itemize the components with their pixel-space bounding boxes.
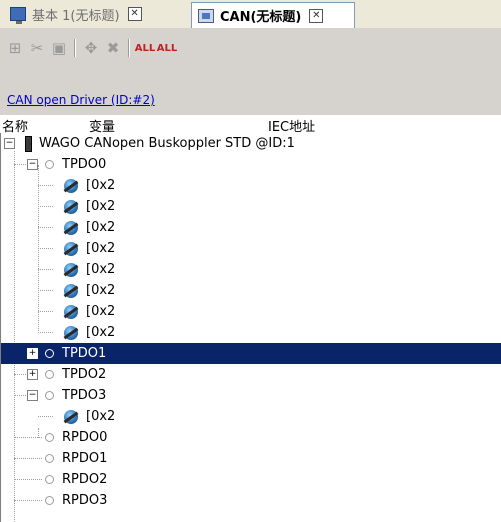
variable-icon [64, 241, 78, 256]
variable-icon [64, 409, 78, 424]
expand-icon[interactable]: + [27, 369, 38, 380]
column-header: 名称 变量 IEC地址 [0, 115, 501, 135]
pdo-icon [45, 160, 54, 169]
paste-icon[interactable]: ▣ [48, 37, 70, 59]
tab-label: 基本 1(无标题) [32, 8, 120, 24]
tree-guide [38, 248, 53, 249]
tree-leaf-label: [0x2 [86, 304, 116, 319]
toolbar-separator [74, 39, 76, 57]
variable-icon [64, 325, 78, 340]
tree-leaf[interactable]: [0x2 [1, 217, 501, 238]
tree-leaf-label: [0x2 [86, 262, 116, 277]
tree-guide [14, 437, 42, 438]
tree-item-label: RPDO0 [62, 430, 108, 445]
collapse-icon[interactable]: − [27, 159, 38, 170]
pdo-icon [45, 391, 54, 400]
tree-leaf[interactable]: [0x2 [1, 238, 501, 259]
tree-item-label: TPDO1 [62, 346, 107, 361]
tree-guide [14, 374, 28, 375]
delete-icon[interactable]: ✖ [102, 37, 124, 59]
tree-leaf-label: [0x2 [86, 178, 116, 193]
toolbar: ⊞ ✂ ▣ ✥ ✖ ALL ALL [4, 36, 178, 60]
pdo-icon [45, 433, 54, 442]
tree-guide [38, 416, 53, 417]
tree-guide [14, 458, 42, 459]
tree-leaf[interactable]: [0x2 [1, 280, 501, 301]
tree-leaf-label: [0x2 [86, 241, 116, 256]
tree-guide [38, 269, 53, 270]
variable-icon [64, 178, 78, 193]
tree-leaf[interactable]: [0x2 [1, 259, 501, 280]
collapse-icon[interactable]: − [4, 138, 15, 149]
chip-icon [198, 8, 214, 23]
pdo-icon [45, 454, 54, 463]
tree-guide [38, 290, 53, 291]
tree-leaf-label: [0x2 [86, 409, 116, 424]
tree-item-label: TPDO2 [62, 367, 107, 382]
collapse-icon[interactable]: − [27, 390, 38, 401]
toolbar-separator [128, 39, 130, 57]
tree-item-label: RPDO2 [62, 472, 108, 487]
tree-leaf[interactable]: [0x2 [1, 175, 501, 196]
tree-leaf-label: [0x2 [86, 199, 116, 214]
tree-guide [38, 311, 53, 312]
monitor-icon [10, 7, 26, 24]
tab-basic-1[interactable]: 基本 1(无标题) ✕ [4, 2, 200, 26]
tree-item-rpdo2[interactable]: RPDO2 [1, 469, 501, 490]
device-icon [25, 135, 32, 152]
tab-bar: 基本 1(无标题) ✕ CAN(无标题) ✕ [0, 0, 501, 29]
pdo-icon [45, 496, 54, 505]
tree-guide [38, 332, 53, 333]
cut-icon[interactable]: ✂ [26, 37, 48, 59]
tree-item-label: TPDO0 [62, 157, 107, 172]
variable-icon [64, 262, 78, 277]
tree-leaf[interactable]: [0x2 [1, 196, 501, 217]
tree-root-label: WAGO CANopen Buskoppler STD @ID:1 [39, 136, 295, 151]
tree-item-rpdo3[interactable]: RPDO3 [1, 490, 501, 511]
tree-guide [14, 395, 28, 396]
tree-leaf-label: [0x2 [86, 283, 116, 298]
tree-leaf-label: [0x2 [86, 220, 116, 235]
tree-leaf[interactable]: [0x2 [1, 406, 501, 427]
tab-can[interactable]: CAN(无标题) ✕ [191, 2, 355, 28]
close-icon[interactable]: ✕ [309, 8, 324, 23]
variable-icon [64, 304, 78, 319]
add-icon[interactable]: ⊞ [4, 37, 26, 59]
tree-guide [14, 479, 42, 480]
tree-item-tpdo2[interactable]: + TPDO2 [1, 364, 501, 385]
tree-item-rpdo1[interactable]: RPDO1 [1, 448, 501, 469]
tree-guide [38, 206, 53, 207]
expand-icon[interactable]: + [27, 348, 38, 359]
tree-item-label: RPDO1 [62, 451, 108, 466]
tab-label: CAN(无标题) [220, 10, 302, 25]
tree-leaf[interactable]: [0x2 [1, 322, 501, 343]
tree-root[interactable]: − WAGO CANopen Buskoppler STD @ID:1 [1, 133, 501, 154]
variable-icon [64, 199, 78, 214]
add-all-icon[interactable]: ALL [134, 37, 156, 59]
driver-link[interactable]: CAN open Driver (ID:#2) [7, 93, 155, 107]
tree-item-label: TPDO3 [62, 388, 107, 403]
move-icon[interactable]: ✥ [80, 37, 102, 59]
tree-guide [38, 227, 53, 228]
variable-icon [64, 220, 78, 235]
tree-guide [38, 185, 53, 186]
pdo-icon [45, 349, 54, 358]
remove-all-icon[interactable]: ALL [156, 37, 178, 59]
tree-guide [14, 500, 42, 501]
pdo-icon [45, 370, 54, 379]
pdo-icon [45, 475, 54, 484]
tree-item-tpdo0[interactable]: − TPDO0 [1, 154, 501, 175]
tree-item-label: RPDO3 [62, 493, 108, 508]
tree-leaf[interactable]: [0x2 [1, 301, 501, 322]
device-tree: − WAGO CANopen Buskoppler STD @ID:1 − TP… [0, 133, 501, 522]
variable-icon [64, 283, 78, 298]
tree-item-rpdo0[interactable]: RPDO0 [1, 427, 501, 448]
tree-item-tpdo3[interactable]: − TPDO3 [1, 385, 501, 406]
tree-leaf-label: [0x2 [86, 325, 116, 340]
tree-guide [14, 164, 28, 165]
tree-item-tpdo1[interactable]: + TPDO1 [1, 343, 501, 364]
close-icon[interactable]: ✕ [127, 7, 142, 21]
